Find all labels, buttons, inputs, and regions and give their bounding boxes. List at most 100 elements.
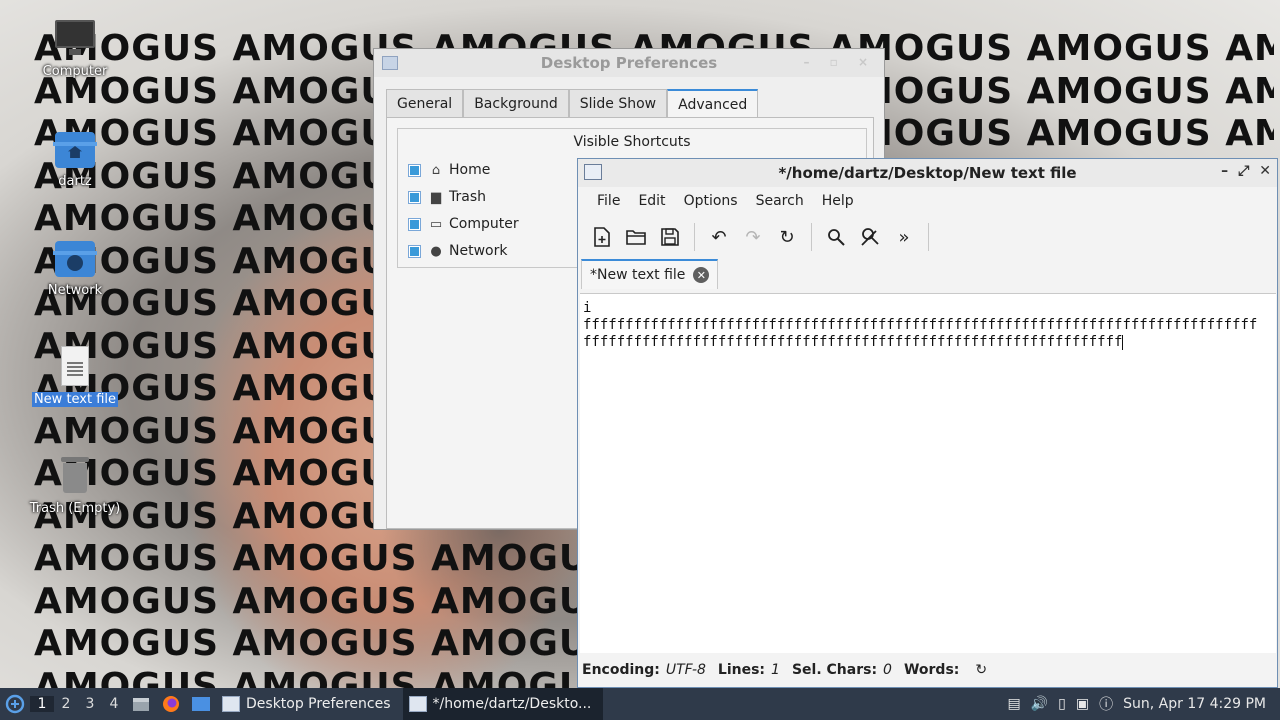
text-caret [1122, 334, 1124, 350]
shortcut-label: Network [449, 243, 508, 259]
task-label: */home/dartz/Deskto... [432, 696, 592, 712]
replace-icon[interactable] [856, 223, 884, 251]
tab-slide-show[interactable]: Slide Show [568, 89, 668, 119]
window-app-icon [222, 696, 240, 712]
prefs-tabs: General Background Slide Show Advanced [386, 89, 759, 119]
tab-background[interactable]: Background [463, 89, 569, 119]
text-file-icon [53, 346, 97, 390]
refresh-word-count-icon[interactable]: ↻ [975, 662, 987, 678]
start-menu-icon[interactable] [0, 688, 30, 720]
text-area[interactable]: i ffffffffffffffffffffffffffffffffffffff… [580, 293, 1276, 653]
redo-icon[interactable]: ↷ [739, 223, 767, 251]
lines-value: 1 [771, 662, 780, 678]
shortcut-network[interactable]: ● Network [408, 243, 507, 259]
checkbox[interactable] [408, 244, 421, 258]
desktop-icon-label: Computer [42, 64, 108, 79]
sel-chars-value: 0 [883, 662, 892, 678]
home-icon: ⌂ [431, 162, 441, 178]
globe-icon: ● [430, 243, 442, 259]
toolbar-separator [694, 223, 695, 251]
save-icon[interactable] [656, 223, 684, 251]
shortcut-label: Trash [449, 189, 486, 205]
editor-app-icon [408, 696, 427, 712]
checkbox[interactable] [408, 163, 421, 177]
editor-app-icon [584, 164, 602, 180]
clock[interactable]: Sun, Apr 17 4:29 PM [1123, 696, 1266, 712]
close-icon[interactable]: ✕ [1259, 163, 1271, 179]
toolbar-separator [811, 223, 812, 251]
tab-close-icon[interactable]: ✕ [693, 267, 710, 283]
volume-icon[interactable]: 🔊 [1031, 696, 1048, 712]
minimize-icon[interactable]: – [1221, 163, 1228, 179]
window-app-icon [382, 56, 398, 70]
network-folder-icon [53, 237, 97, 281]
task-desktop-preferences[interactable]: Desktop Preferences [216, 688, 403, 720]
shortcut-home[interactable]: ⌂ Home [408, 162, 490, 178]
lines-label: Lines: [717, 662, 766, 678]
window-controls[interactable]: – ▫ × [803, 55, 876, 69]
desktop-icon-label: Trash (Empty) [29, 501, 121, 516]
shortcut-trash[interactable]: ▆ Trash [408, 189, 486, 205]
document-tab[interactable]: *New text file ✕ [581, 259, 719, 289]
window-title: */home/dartz/Desktop/New text file [778, 164, 1077, 182]
words-label: Words: [903, 662, 960, 678]
desktop-icon-home[interactable]: dartz [27, 128, 123, 189]
window-title: Desktop Preferences [540, 54, 718, 72]
workspace-4[interactable]: 4 [102, 696, 126, 712]
trash-icon: ▆ [431, 189, 441, 205]
notification-icon[interactable]: ⓘ [1099, 694, 1113, 714]
encoding-label: Encoding: [582, 662, 660, 678]
tab-general[interactable]: General [386, 89, 464, 119]
system-tray: ▤ 🔊 ▯ ▣ ⓘ Sun, Apr 17 4:29 PM [1007, 688, 1280, 720]
desktop-icon-trash[interactable]: Trash (Empty) [27, 455, 123, 516]
undo-icon[interactable]: ↶ [705, 223, 733, 251]
desktop-icon-new-text-file[interactable]: New text file [27, 346, 123, 407]
desktop-icon-network[interactable]: Network [27, 237, 123, 298]
show-desktop-icon[interactable] [189, 692, 213, 716]
document-tabs: *New text file ✕ [578, 259, 1277, 289]
group-title: Visible Shortcuts [573, 134, 691, 150]
workspace-1[interactable]: 1 [30, 696, 54, 712]
window-controls: – ⤢ ✕ [1221, 163, 1271, 179]
checkbox[interactable] [408, 217, 421, 231]
desktop-icon-label: Network [47, 283, 103, 298]
computer-icon [53, 18, 97, 62]
file-manager-icon[interactable] [129, 692, 153, 716]
text-line: ffffffffffffffffffffffffffffffffffffffff… [583, 317, 1258, 333]
window-titlebar[interactable]: */home/dartz/Desktop/New text file – ⤢ ✕ [578, 159, 1277, 187]
menu-file[interactable]: File [588, 193, 629, 209]
maximize-icon[interactable]: ⤢ [1238, 163, 1249, 179]
status-bar: Encoding: UTF-8 Lines: 1 Sel. Chars: 0 W… [578, 653, 1277, 687]
task-text-editor[interactable]: */home/dartz/Deskto... [402, 688, 604, 720]
reload-icon[interactable]: ↻ [773, 223, 801, 251]
taskbar: 1 2 3 4 Desktop Preferences */home/dartz… [0, 688, 1280, 720]
new-file-icon[interactable] [588, 223, 616, 251]
menu-options[interactable]: Options [675, 193, 747, 209]
files-icon[interactable]: ▯ [1058, 696, 1066, 712]
find-icon[interactable] [822, 223, 850, 251]
encoding-value: UTF-8 [665, 662, 706, 678]
toolbar: ↶ ↷ ↻ » [578, 215, 1277, 259]
document-tab-label: *New text file [590, 267, 686, 283]
text-line: ffffffffffffffffffffffffffffffffffffffff… [580, 334, 1276, 351]
workspace-2[interactable]: 2 [54, 696, 78, 712]
network-icon[interactable]: ▣ [1076, 696, 1089, 712]
window-titlebar[interactable]: Desktop Preferences – ▫ × [374, 49, 884, 77]
open-folder-icon[interactable] [622, 223, 650, 251]
text-line-content: ffffffffffffffffffffffffffffffffffffffff… [583, 334, 1123, 350]
menu-search[interactable]: Search [747, 193, 813, 209]
sel-chars-label: Sel. Chars: [791, 662, 878, 678]
menu-help[interactable]: Help [813, 193, 863, 209]
checkbox[interactable] [408, 190, 421, 204]
menu-edit[interactable]: Edit [629, 193, 674, 209]
shortcut-computer[interactable]: ▭ Computer [408, 216, 519, 232]
firefox-icon[interactable] [159, 692, 183, 716]
tab-advanced[interactable]: Advanced [667, 89, 759, 119]
desktop-icon-label: dartz [58, 174, 92, 189]
clipboard-icon[interactable]: ▤ [1007, 696, 1020, 712]
more-icon[interactable]: » [890, 223, 918, 251]
toolbar-separator [928, 223, 929, 251]
menu-bar: File Edit Options Search Help [578, 187, 1277, 215]
workspace-3[interactable]: 3 [78, 696, 102, 712]
desktop-icon-computer[interactable]: Computer [27, 18, 123, 79]
